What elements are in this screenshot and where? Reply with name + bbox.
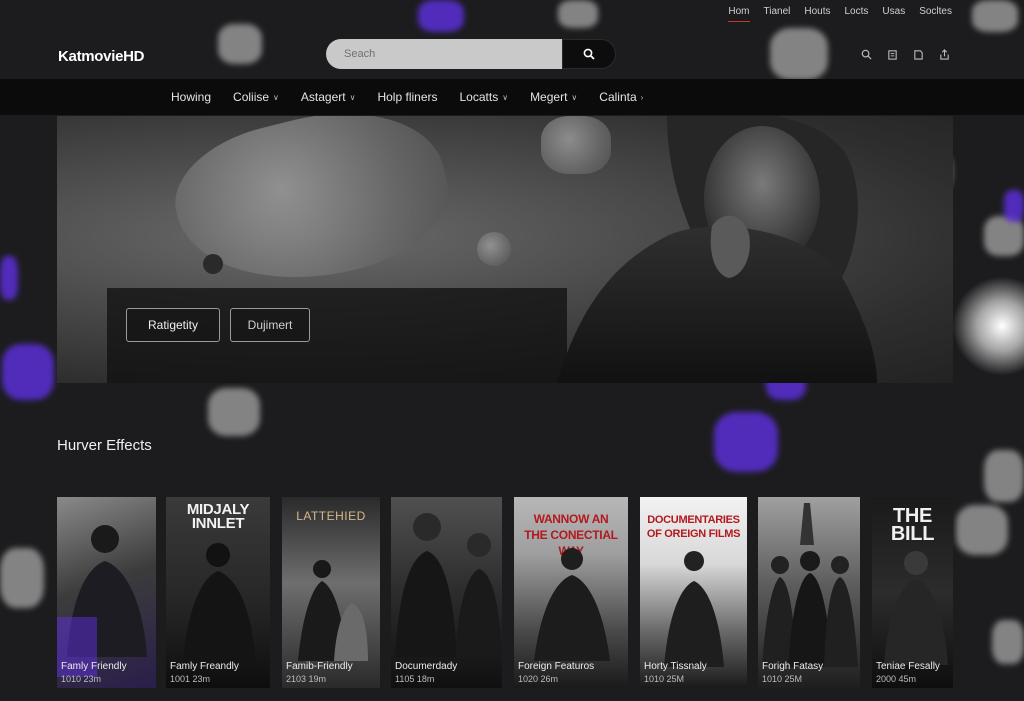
utility-link[interactable]: Locts xyxy=(845,6,869,22)
poster-image xyxy=(664,551,724,667)
poster-meta: 1020 26m xyxy=(518,674,559,684)
poster-label: Teniae Fesally xyxy=(876,661,940,672)
movie-poster[interactable]: LATTEHIED Famib-Friendly 2103 19m xyxy=(282,497,380,688)
utility-link[interactable]: Hom xyxy=(728,6,750,22)
search-icon xyxy=(583,48,595,60)
poster-image xyxy=(762,503,858,667)
site-logo[interactable]: KatmovieHD xyxy=(58,48,144,65)
hero-figure-image xyxy=(557,116,877,383)
poster-label: Famly Friendly xyxy=(61,661,127,672)
movie-poster[interactable]: WANNOW AN THE CONECTIAL WAY Foreign Feat… xyxy=(514,497,628,688)
header-actions xyxy=(860,48,950,60)
poster-meta: 2000 45m xyxy=(876,674,917,684)
bokeh-light xyxy=(984,216,1024,256)
search-icon[interactable] xyxy=(860,48,872,60)
movie-poster[interactable]: Famly Friendly 1010 23m xyxy=(57,497,156,688)
poster-image xyxy=(182,543,256,665)
main-nav: Howing Coliise ∨ Astagert ∨ Holp fliners L… xyxy=(0,79,1024,115)
poster-image xyxy=(395,513,502,657)
poster-meta: 1105 18m xyxy=(395,674,435,684)
poster-label: Forigh Fatasy xyxy=(762,661,824,672)
bokeh-light xyxy=(972,0,1018,32)
section-title: Hurver Effects xyxy=(57,437,152,454)
chevron-right-icon: › xyxy=(640,92,644,102)
hero-background-hole xyxy=(203,254,223,274)
search-bar xyxy=(326,39,616,69)
bokeh-light xyxy=(1004,190,1024,222)
movie-poster[interactable]: Forigh Fatasy 1010 25M xyxy=(758,497,860,688)
poster-label: Famly Freandly xyxy=(170,661,239,672)
bokeh-light xyxy=(208,388,260,436)
nav-item[interactable]: Calinta › xyxy=(599,90,643,104)
nav-item-label: Calinta xyxy=(599,90,637,104)
poster-label: Foreign Featuros xyxy=(518,661,595,672)
bokeh-light xyxy=(984,450,1024,502)
poster-label: Horty Tissnaly xyxy=(644,661,707,672)
movie-poster[interactable]: THE BILL Teniae Fesally 2000 45m xyxy=(872,497,953,688)
nav-item[interactable]: Astagert ∨ xyxy=(301,90,356,104)
poster-meta: 1010 23m xyxy=(61,674,102,684)
poster-image xyxy=(57,525,147,677)
poster-image xyxy=(534,548,610,661)
nav-item-label: Megert xyxy=(530,90,568,104)
bokeh-glow xyxy=(952,276,1024,376)
share-icon[interactable] xyxy=(938,48,950,60)
chevron-down-icon: ∨ xyxy=(273,92,279,102)
bokeh-light xyxy=(714,412,778,472)
chevron-down-icon: ∨ xyxy=(502,92,509,102)
nav-item-label: Coliise xyxy=(233,90,270,104)
poster-label: Documerdady xyxy=(395,661,458,672)
bokeh-light xyxy=(0,548,44,608)
clipboard-icon[interactable] xyxy=(886,48,898,60)
bokeh-light xyxy=(2,344,54,400)
movie-poster[interactable]: DOCUMENTARIES OF OREIGN FILMS Horty Tiss… xyxy=(640,497,747,688)
nav-item[interactable]: Howing xyxy=(171,90,211,104)
bokeh-light xyxy=(558,0,598,28)
poster-meta: 1010 25M xyxy=(762,674,803,684)
nav-item[interactable]: Holp fliners xyxy=(377,90,437,104)
poster-label: Famib-Friendly xyxy=(286,661,353,672)
poster-meta: 1010 25M xyxy=(644,674,685,684)
nav-item-label: Howing xyxy=(171,90,212,104)
utility-link[interactable]: Tianel xyxy=(764,6,791,22)
nav-item-label: Astagert xyxy=(300,90,346,104)
bokeh-light xyxy=(418,0,464,32)
hero-background-shape xyxy=(477,232,511,266)
hero-background-shape xyxy=(161,116,463,309)
utility-link[interactable]: Socltes xyxy=(919,6,952,22)
nav-item[interactable]: Megert ∨ xyxy=(530,90,577,104)
poster-image xyxy=(884,551,948,665)
poster-meta: 1001 23m xyxy=(170,674,211,684)
bokeh-light xyxy=(992,620,1024,664)
movie-poster[interactable]: Documerdady 1105 18m xyxy=(391,497,502,688)
bokeh-light xyxy=(0,256,18,300)
search-input[interactable] xyxy=(326,39,562,69)
chevron-down-icon: ∨ xyxy=(349,92,356,102)
nav-item[interactable]: Coliise ∨ xyxy=(233,90,279,104)
hero-secondary-button[interactable]: Dujimert xyxy=(230,308,310,342)
nav-item-label: Locatts xyxy=(459,90,499,104)
utility-link[interactable]: Houts xyxy=(804,6,830,22)
utility-nav: Hom Tianel Houts Locts Usas Socltes xyxy=(728,6,952,22)
utility-link[interactable]: Usas xyxy=(882,6,905,22)
poster-image xyxy=(298,560,368,661)
bokeh-light xyxy=(770,28,828,80)
search-button[interactable] xyxy=(562,39,616,69)
hero-primary-button[interactable]: Ratigetity xyxy=(126,308,220,342)
movie-poster[interactable]: MIDJALY INNLET Famly Freandly 1001 23m xyxy=(166,497,270,688)
chevron-down-icon: ∨ xyxy=(571,92,578,102)
hero-banner: Ratigetity Dujimert xyxy=(57,116,953,383)
nav-item-label: Holp fliners xyxy=(377,90,438,104)
bokeh-light xyxy=(218,24,262,64)
bokeh-light xyxy=(956,505,1008,555)
document-icon[interactable] xyxy=(912,48,924,60)
poster-meta: 2103 19m xyxy=(286,674,327,684)
nav-item[interactable]: Locatts ∨ xyxy=(460,90,509,104)
